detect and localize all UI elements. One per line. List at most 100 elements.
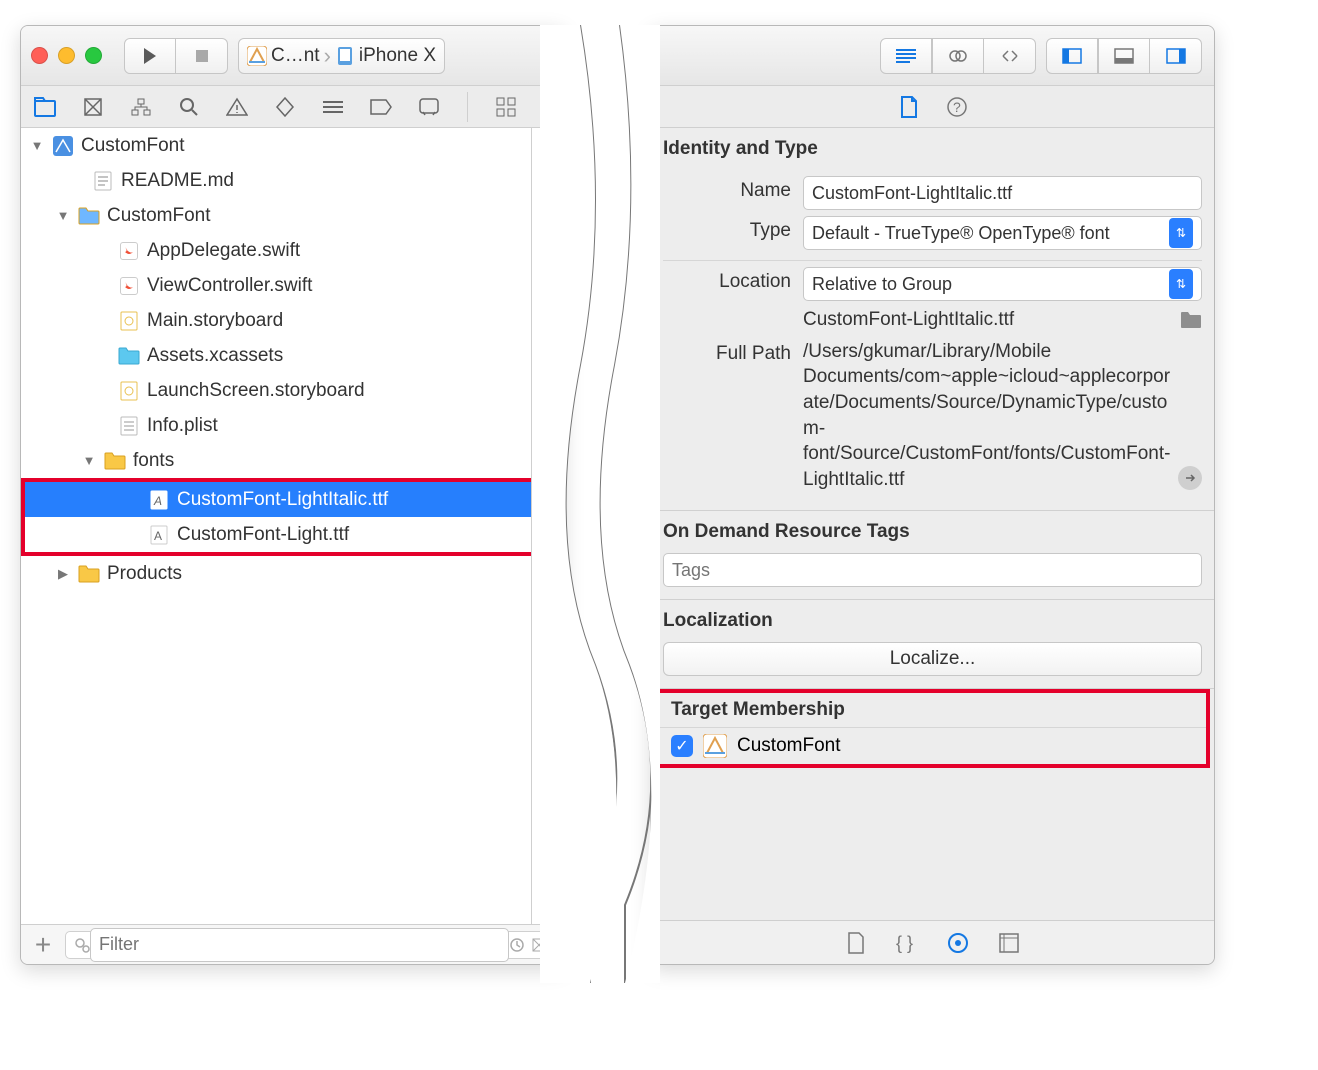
object-library-tab[interactable] [947,932,969,954]
type-select[interactable]: Default - TrueType® OpenType® font ⇅ [803,216,1202,250]
standard-editor-icon [895,48,917,64]
breakpoint-icon [370,99,392,115]
disclosure-triangle-icon[interactable]: ▼ [55,208,71,223]
stop-icon [195,49,209,63]
disclosure-triangle-icon[interactable]: ▼ [29,138,45,153]
library-button[interactable] [492,93,520,121]
tree-products[interactable]: ▶ Products [21,556,564,591]
name-label: Name [663,176,803,202]
disclosure-triangle-icon[interactable]: ▶ [55,566,71,582]
filter-field[interactable] [65,931,556,959]
stop-button[interactable] [176,38,228,74]
xcode-right-window: ? Identity and Type Name Type Default - … [650,25,1215,965]
type-value: Default - TrueType® OpenType® font [812,223,1110,244]
window-zoom-button[interactable] [85,47,102,64]
standard-editor-button[interactable] [880,38,932,74]
font-file-icon: A [147,523,171,547]
version-editor-button[interactable] [984,38,1036,74]
tree-group-customfont[interactable]: ▼ CustomFont [21,198,564,233]
test-navigator-tab[interactable] [271,93,299,121]
name-input[interactable] [803,176,1202,210]
location-select[interactable]: Relative to Group ⇅ [803,267,1202,301]
run-stop-segment [124,38,228,74]
grid-icon [496,97,516,117]
editor-pane-sliver [531,128,563,924]
toggle-navigator-button[interactable] [1046,38,1098,74]
app-icon [247,46,267,66]
target-row[interactable]: ✓ CustomFont [659,728,1206,764]
search-icon [179,97,199,117]
file-tree[interactable]: ▼ CustomFont README.md ▼ CustomFont [21,128,564,924]
recent-icon[interactable] [509,937,525,953]
assistant-editor-button[interactable] [932,38,984,74]
svg-text:{ }: { } [896,933,913,953]
window-close-button[interactable] [31,47,48,64]
odr-tags-input[interactable] [663,553,1202,587]
app-icon [703,734,727,758]
tree-item-label: Assets.xcassets [147,345,283,367]
filter-icon [74,937,90,953]
swift-icon [117,239,141,263]
tree-font-lightitalic[interactable]: A CustomFont-LightItalic.ttf [25,482,560,517]
view-toggle-segment [1046,38,1202,74]
right-titlebar [651,26,1214,86]
tree-launchscreen[interactable]: LaunchScreen.storyboard [21,373,564,408]
tree-fonts-group[interactable]: ▼ fonts [21,443,564,478]
debug-navigator-tab[interactable] [319,93,347,121]
choose-folder-button[interactable] [1180,311,1202,329]
tree-assets[interactable]: Assets.xcassets [21,338,564,373]
chevron-up-down-icon: ⇅ [1169,269,1193,299]
issue-navigator-tab[interactable] [223,93,251,121]
type-label: Type [663,216,803,242]
assistant-icon [948,47,968,65]
code-snippet-tab[interactable]: { } [895,933,917,953]
breakpoint-navigator-tab[interactable] [367,93,395,121]
tree-item-label: LaunchScreen.storyboard [147,380,365,402]
folder-icon [103,449,127,473]
toggle-inspector-button[interactable] [1150,38,1202,74]
source-control-navigator-tab[interactable] [79,93,107,121]
quick-help-tab[interactable]: ? [943,93,971,121]
symbol-navigator-tab[interactable] [127,93,155,121]
tree-item-label: AppDelegate.swift [147,240,300,262]
tree-readme[interactable]: README.md [21,163,564,198]
filter-input[interactable] [90,928,509,962]
project-navigator-tab[interactable] [31,93,59,121]
media-library-tab[interactable] [999,933,1019,953]
target-membership-highlight: Target Membership ✓ CustomFont [655,689,1210,768]
assets-folder-icon [117,344,141,368]
localize-label: Localize... [890,648,976,670]
source-control-icon [83,97,103,117]
find-navigator-tab[interactable] [175,93,203,121]
location-file-text: CustomFont-LightItalic.ttf [803,307,1172,333]
play-icon [143,48,157,64]
add-button[interactable]: + [29,929,57,961]
tree-item-label: CustomFont-LightItalic.ttf [177,489,388,511]
bottom-panel-icon [1114,48,1134,64]
toggle-debug-area-button[interactable] [1098,38,1150,74]
tree-infoplist[interactable]: Info.plist [21,408,564,443]
scheme-selector[interactable]: C…nt › iPhone X [238,38,445,74]
scm-filter-icon[interactable] [531,937,547,953]
test-icon [275,97,295,117]
file-template-tab[interactable] [847,932,865,954]
file-inspector-tab[interactable] [895,93,923,121]
navigator-footer: + [21,924,564,964]
tree-font-light[interactable]: A CustomFont-Light.ttf [25,517,560,552]
run-button[interactable] [124,38,176,74]
file-icon [847,932,865,954]
tree-appdelegate[interactable]: AppDelegate.swift [21,233,564,268]
folder-icon [77,562,101,586]
report-navigator-tab[interactable] [415,93,443,121]
tree-viewcontroller[interactable]: ViewController.swift [21,268,564,303]
target-checkbox[interactable]: ✓ [671,735,693,757]
help-icon: ? [946,96,968,118]
disclosure-triangle-icon[interactable]: ▼ [81,453,97,468]
localize-button[interactable]: Localize... [663,642,1202,676]
left-panel-icon [1062,48,1082,64]
tree-project-root[interactable]: ▼ CustomFont [21,128,564,163]
tree-item-label: README.md [121,170,234,192]
tree-item-label: Products [107,563,182,585]
window-minimize-button[interactable] [58,47,75,64]
tree-main-storyboard[interactable]: Main.storyboard [21,303,564,338]
